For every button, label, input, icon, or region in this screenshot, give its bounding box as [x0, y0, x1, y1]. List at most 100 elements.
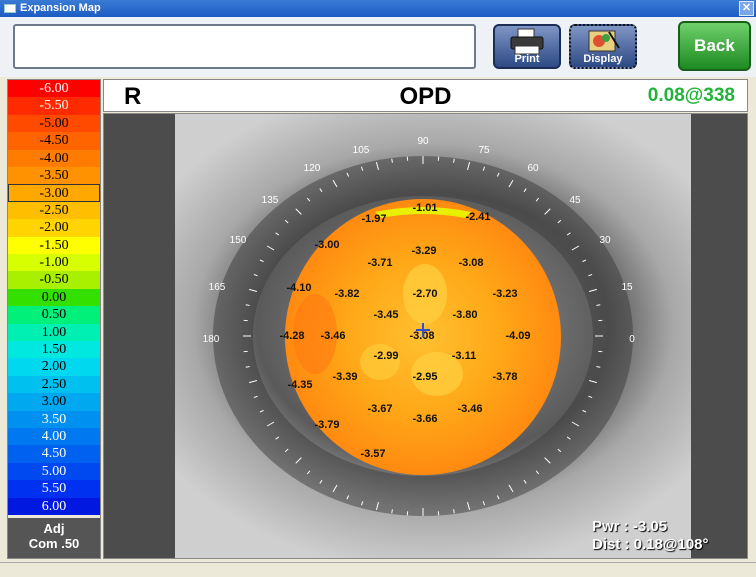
scale-cell: 4.50: [8, 445, 100, 463]
axis-label: 180: [203, 334, 220, 345]
scale-cell: -6.00: [8, 80, 100, 98]
print-button[interactable]: Print: [493, 24, 561, 69]
window-icon: [4, 4, 16, 13]
map-value: -3.46: [320, 330, 345, 342]
map-value: -2.99: [373, 350, 398, 362]
axis-tick: [453, 509, 455, 514]
map-value: -4.10: [286, 282, 311, 294]
print-label: Print: [514, 53, 540, 65]
scale-cell: -0.50: [8, 271, 100, 289]
scale-cell: -3.50: [8, 167, 100, 185]
axis-label: 90: [417, 136, 429, 147]
back-button[interactable]: Back: [678, 21, 751, 71]
scale-cell: 0.50: [8, 306, 100, 324]
map-header: R OPD 0.08@338: [103, 79, 748, 112]
map-value: -1.01: [412, 202, 437, 214]
scale-cell: 4.00: [8, 428, 100, 446]
map-value: -1.97: [361, 213, 386, 225]
scale-cell: -3.00: [8, 184, 100, 202]
map-viewport[interactable]: 90 75 60 45 30 15 0 105 120 135 150 165 180 -1.01 -1.…: [103, 113, 748, 559]
header-value: 0.08@338: [647, 85, 735, 106]
scale-cell: -5.50: [8, 97, 100, 115]
map-value: -3.11: [452, 350, 476, 362]
axis-tick: [391, 509, 393, 514]
axis-label: 0: [629, 334, 635, 345]
map-value: -3.71: [367, 257, 392, 269]
axis-label: 30: [599, 235, 611, 246]
scale-footer: Adj Com .50: [8, 518, 100, 558]
map-value: -2.41: [465, 211, 490, 223]
scale-cell: -1.00: [8, 254, 100, 272]
scale-cell: -4.50: [8, 132, 100, 150]
scale-cell: 2.50: [8, 375, 100, 394]
map-value: -3.00: [314, 239, 339, 251]
scale-cell: -2.50: [8, 201, 100, 220]
axis-label: 165: [209, 282, 226, 293]
map-value: -3.57: [360, 448, 385, 460]
axis-tick: [453, 158, 455, 163]
map-value: -3.66: [412, 413, 437, 425]
dist-label: Dist :: [592, 536, 630, 553]
map-value: -2.95: [412, 371, 437, 383]
toolbar: Print Display Back: [0, 17, 756, 77]
window-title: Expansion Map: [20, 2, 101, 14]
printer-icon: [510, 28, 544, 55]
scale-cell: 5.00: [8, 462, 100, 481]
scale-cell: -2.00: [8, 219, 100, 237]
axis-tick: [391, 158, 393, 163]
scale-cell: 1.50: [8, 341, 100, 359]
map-value: -3.08: [458, 257, 483, 269]
axis-tick: [596, 366, 601, 368]
axis-tick: [245, 304, 250, 306]
map-value: -3.78: [492, 371, 517, 383]
map-value: -3.23: [492, 288, 517, 300]
map-value: -4.09: [505, 330, 530, 342]
map-value: -3.29: [411, 245, 436, 257]
color-scale: -6.00 -5.50 -5.00 -4.50 -4.00 -3.50 -3.00 -2.50…: [7, 79, 101, 559]
axis-label: 15: [621, 282, 633, 293]
axis-label: 120: [304, 163, 321, 174]
axis-label: 60: [527, 163, 539, 174]
map-value: -3.80: [452, 309, 477, 321]
scale-footer-com: Com .50: [28, 536, 80, 551]
axis-label: 75: [478, 145, 490, 156]
scale-cell: 5.50: [8, 480, 100, 498]
scale-cell: -1.50: [8, 236, 100, 254]
map-value: -3.45: [373, 309, 398, 321]
scale-cell: 1.00: [8, 323, 100, 341]
scale-cell: 3.50: [8, 410, 100, 428]
display-label: Display: [583, 53, 623, 65]
scale-cell: 0.00: [8, 288, 100, 307]
status-bar: [0, 562, 756, 577]
expansion-map-window: Expansion Map ✕ Print Display Back -6.00…: [0, 0, 756, 577]
eye-image: 90 75 60 45 30 15 0 105 120 135 150 165 180 -1.01 -1.…: [175, 114, 691, 558]
map-value: -2.70: [412, 288, 437, 300]
axis-label: 135: [262, 195, 279, 206]
scale-footer-adj: Adj: [43, 521, 65, 536]
dist-value: 0.18@108°: [633, 536, 709, 553]
map-value: -4.35: [287, 379, 312, 391]
close-button[interactable]: ✕: [739, 1, 754, 16]
opd-map: 9075604530150105120135150165180 -1.01-1.…: [203, 136, 635, 516]
map-value: -3.82: [334, 288, 359, 300]
map-value: -3.46: [457, 403, 482, 415]
map-value: -4.28: [279, 330, 304, 342]
scale-cell: 6.00: [8, 497, 100, 515]
axis-label: 105: [353, 145, 370, 156]
axis-label: 45: [569, 195, 581, 206]
map-value: -3.39: [332, 371, 357, 383]
scale-cell: -5.00: [8, 114, 100, 133]
map-value: -3.79: [314, 419, 339, 431]
pwr-label: Pwr :: [592, 518, 629, 535]
scale-cell: 2.00: [8, 358, 100, 376]
display-icon: [588, 30, 620, 52]
axis-label: 150: [230, 235, 247, 246]
display-button[interactable]: Display: [569, 24, 637, 69]
title-bar: Expansion Map ✕: [0, 0, 756, 17]
axis-tick: [245, 366, 250, 368]
power-readout: Pwr : -3.05 Dist : 0.18@108°: [592, 518, 709, 554]
scale-cell: 3.00: [8, 393, 100, 411]
map-value: -3.67: [367, 403, 392, 415]
scale-cell: -4.00: [8, 149, 100, 167]
message-box: [13, 24, 476, 69]
